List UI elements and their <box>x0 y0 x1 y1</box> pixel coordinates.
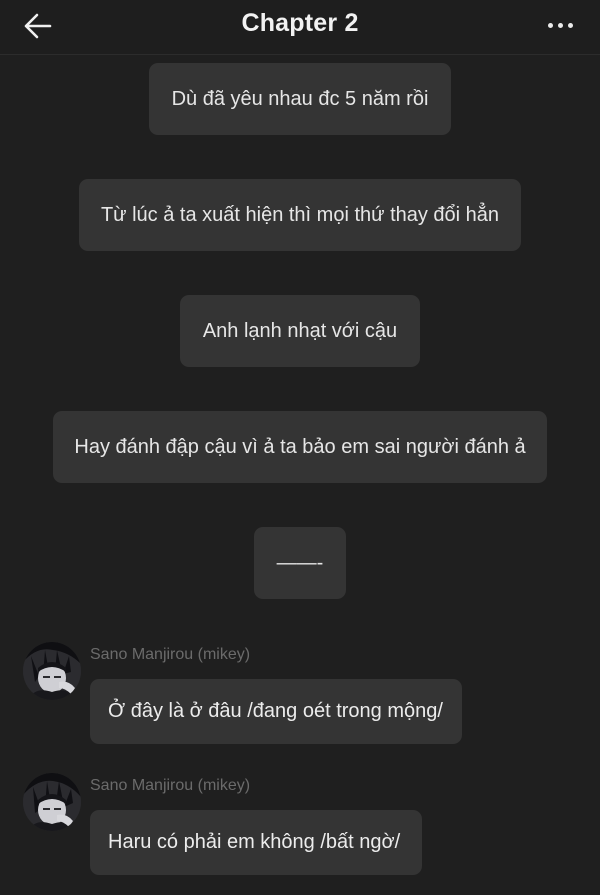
message-bubble: Ở đây là ở đâu /đang oét trong mộng/ <box>90 679 462 744</box>
avatar[interactable] <box>23 642 81 700</box>
narration-text: ——- <box>276 551 324 574</box>
narration-text: Hay đánh đập cậu vì ả ta bảo em sai ngườ… <box>74 435 526 458</box>
narration-text: Anh lạnh nhạt với cậu <box>202 319 398 342</box>
avatar-image <box>23 642 81 700</box>
narration-bubble: ——- <box>254 527 346 599</box>
speaker-name: Sano Manjirou (mikey) <box>90 777 251 794</box>
narration-bubble: Dù đã yêu nhau đc 5 năm rồi <box>149 63 451 135</box>
page-title: Chapter 2 <box>241 9 359 37</box>
speaker-name: Sano Manjirou (mikey) <box>90 646 251 663</box>
message-text: Ở đây là ở đâu /đang oét trong mộng/ <box>108 700 443 722</box>
more-options-button[interactable] <box>538 10 582 40</box>
narration-text: Từ lúc ả ta xuất hiện thì mọi thứ thay đ… <box>100 203 500 226</box>
avatar[interactable] <box>23 773 81 831</box>
narration-bubble: Từ lúc ả ta xuất hiện thì mọi thứ thay đ… <box>79 179 521 251</box>
narration-text: Dù đã yêu nhau đc 5 năm rồi <box>171 87 429 110</box>
narration-bubble: Anh lạnh nhạt với cậu <box>180 295 420 367</box>
message-text: Haru có phải em không /bất ngờ/ <box>108 831 401 853</box>
avatar-image <box>23 773 81 831</box>
more-dots-icon <box>545 22 575 28</box>
message-bubble: Haru có phải em không /bất ngờ/ <box>90 810 422 875</box>
top-bar: Chapter 2 <box>0 0 600 55</box>
narration-bubble: Hay đánh đập cậu vì ả ta bảo em sai ngườ… <box>53 411 547 483</box>
